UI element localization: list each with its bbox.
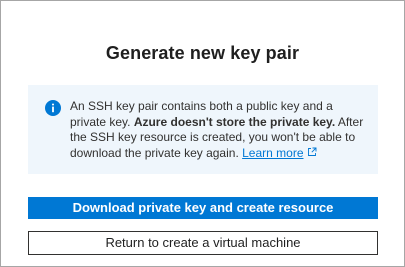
return-to-create-vm-button[interactable]: Return to create a virtual machine — [28, 231, 378, 255]
learn-more-link[interactable]: Learn more — [242, 146, 303, 160]
info-text-bold: Azure doesn't store the private key. — [133, 114, 336, 129]
info-message-text: An SSH key pair contains both a public k… — [70, 99, 368, 161]
external-link-icon[interactable] — [307, 146, 317, 156]
info-icon — [45, 100, 61, 116]
generate-key-pair-dialog: Generate new key pair An SSH key pair co… — [0, 0, 405, 267]
dialog-title: Generate new key pair — [105, 43, 300, 63]
info-message-bar: An SSH key pair contains both a public k… — [28, 85, 378, 174]
download-private-key-button[interactable]: Download private key and create resource — [28, 197, 378, 219]
